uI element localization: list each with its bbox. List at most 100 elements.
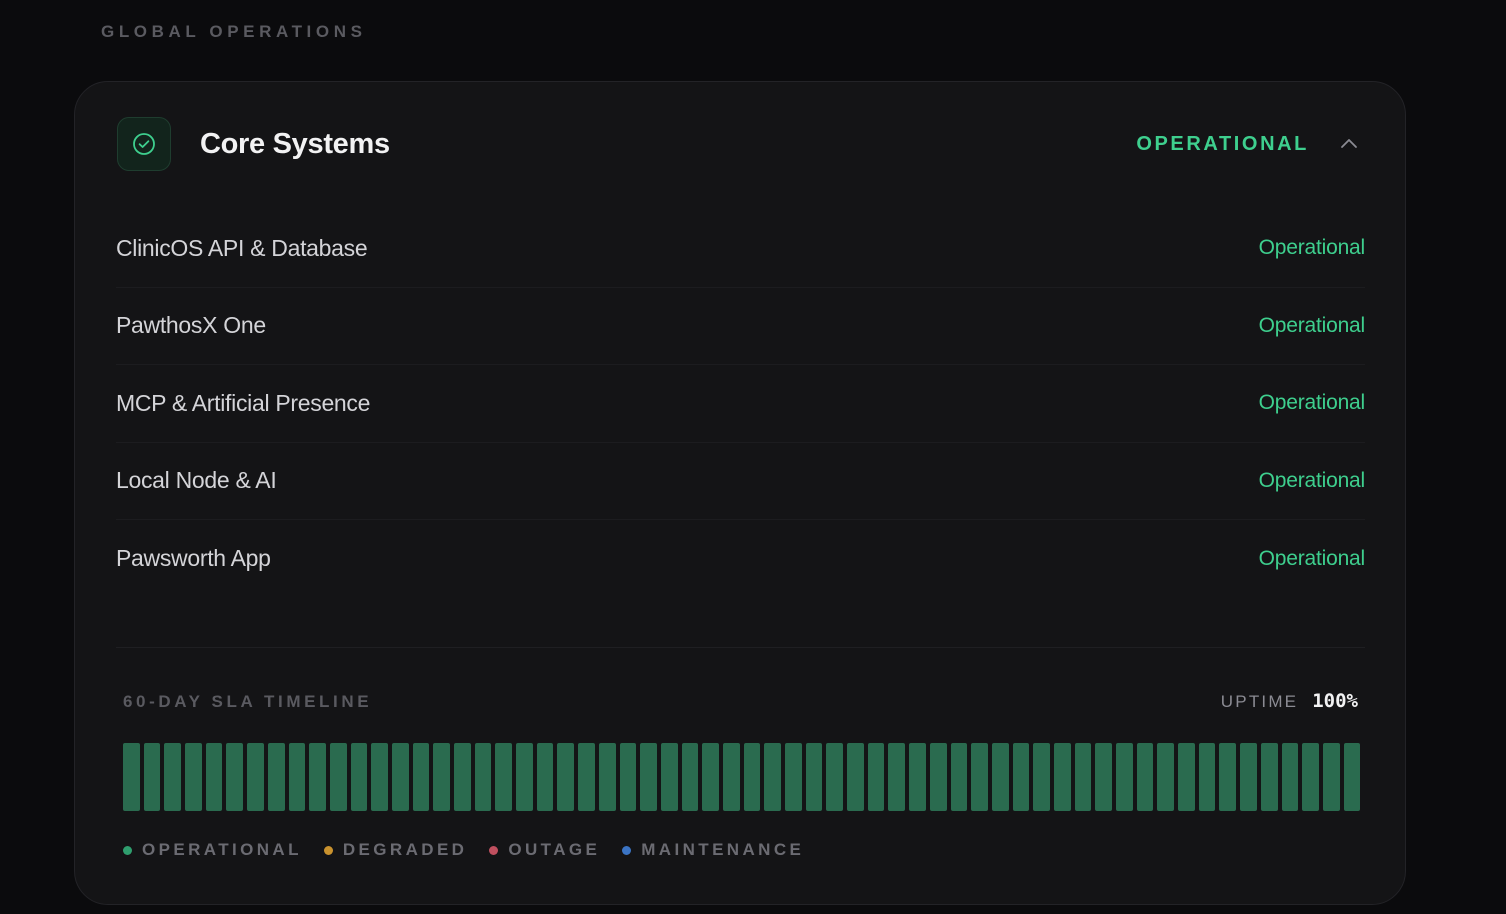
sla-day-bar[interactable] xyxy=(288,743,306,811)
sla-day-bar[interactable] xyxy=(454,743,471,811)
legend-label: OUTAGE xyxy=(508,840,601,859)
sla-day-bar[interactable] xyxy=(495,743,513,811)
sla-day-bar[interactable] xyxy=(123,743,140,811)
sla-day-bar[interactable] xyxy=(888,743,906,811)
service-name: Pawsworth App xyxy=(116,545,271,572)
sla-day-bar[interactable] xyxy=(826,743,844,811)
sla-day-bar[interactable] xyxy=(1240,743,1257,811)
service-name: ClinicOS API & Database xyxy=(116,234,368,261)
sla-day-bar[interactable] xyxy=(1281,743,1299,811)
sla-day-bar[interactable] xyxy=(516,743,533,811)
sla-day-bar[interactable] xyxy=(640,743,657,811)
service-row: Pawsworth App Operational xyxy=(116,520,1365,598)
sla-day-bar[interactable] xyxy=(1136,743,1154,811)
legend-dot xyxy=(622,845,632,855)
sla-timeline-label: 60-DAY SLA TIMELINE xyxy=(123,692,373,711)
legend-item-outage: OUTAGE xyxy=(489,840,600,860)
check-circle-icon xyxy=(117,117,171,171)
divider xyxy=(116,647,1365,648)
sla-day-bar[interactable] xyxy=(743,743,761,811)
sla-day-bar[interactable] xyxy=(350,743,368,811)
legend-label: MAINTENANCE xyxy=(641,840,805,859)
legend-dot xyxy=(489,845,499,855)
group-title: Core Systems xyxy=(200,128,390,160)
sla-day-bar[interactable] xyxy=(1343,743,1361,811)
sla-day-bar[interactable] xyxy=(226,743,244,811)
sla-day-bar[interactable] xyxy=(1157,743,1175,811)
legend-dot xyxy=(123,845,132,855)
status-legend: OPERATIONAL DEGRADED OUTAGE MAINTENANCE xyxy=(123,840,826,860)
service-list: ClinicOS API & Database Operational Pawt… xyxy=(116,210,1365,598)
sla-day-bar[interactable] xyxy=(267,743,285,811)
sla-day-bar[interactable] xyxy=(329,743,347,811)
sla-day-bar[interactable] xyxy=(247,743,264,811)
sla-day-bar[interactable] xyxy=(1116,743,1133,811)
sla-day-bar[interactable] xyxy=(1012,743,1030,811)
sla-day-bar[interactable] xyxy=(536,743,554,811)
service-status: Operational xyxy=(1258,391,1366,415)
sla-day-bar[interactable] xyxy=(971,743,988,811)
sla-day-bar[interactable] xyxy=(1302,743,1319,811)
sla-day-bar[interactable] xyxy=(578,743,595,811)
sla-timeline-bars xyxy=(123,743,1361,811)
service-status: Operational xyxy=(1258,313,1366,337)
sla-day-bar[interactable] xyxy=(143,743,161,811)
uptime-value: 100% xyxy=(1312,690,1358,712)
chevron-up-icon[interactable] xyxy=(1337,131,1361,155)
service-name: Local Node & AI xyxy=(116,467,277,494)
legend-label: DEGRADED xyxy=(342,840,468,859)
sla-day-bar[interactable] xyxy=(991,743,1009,811)
sla-day-bar[interactable] xyxy=(474,743,492,811)
service-row: ClinicOS API & Database Operational xyxy=(116,210,1365,288)
service-row: MCP & Artificial Presence Operational xyxy=(116,365,1365,443)
sla-day-bar[interactable] xyxy=(867,743,885,811)
sla-day-bar[interactable] xyxy=(805,743,823,811)
sla-day-bar[interactable] xyxy=(950,743,968,811)
sla-day-bar[interactable] xyxy=(619,743,637,811)
sla-day-bar[interactable] xyxy=(1033,743,1050,811)
sla-day-bar[interactable] xyxy=(1260,743,1278,811)
sla-day-bar[interactable] xyxy=(164,743,182,811)
service-name: PawthosX One xyxy=(116,312,266,339)
section-title: GLOBAL OPERATIONS xyxy=(101,22,367,41)
sla-day-bar[interactable] xyxy=(1053,743,1071,811)
sla-day-bar[interactable] xyxy=(557,743,575,811)
uptime-readout: UPTIME 100% xyxy=(1221,690,1358,712)
legend-dot xyxy=(323,845,333,855)
legend-item-maintenance: MAINTENANCE xyxy=(622,840,804,860)
sla-day-bar[interactable] xyxy=(785,743,802,811)
sla-day-bar[interactable] xyxy=(1219,743,1237,811)
sla-day-bar[interactable] xyxy=(1322,743,1340,811)
sla-day-bar[interactable] xyxy=(205,743,223,811)
sla-day-bar[interactable] xyxy=(660,743,678,811)
sla-day-bar[interactable] xyxy=(433,743,450,811)
sla-day-bar[interactable] xyxy=(909,743,926,811)
sla-day-bar[interactable] xyxy=(681,743,699,811)
sla-day-bar[interactable] xyxy=(598,743,616,811)
sla-day-bar[interactable] xyxy=(309,743,326,811)
service-name: MCP & Artificial Presence xyxy=(116,389,371,416)
group-status-badge: OPERATIONAL xyxy=(1136,133,1309,155)
service-status: Operational xyxy=(1258,546,1366,570)
service-row: PawthosX One Operational xyxy=(116,288,1366,365)
sla-day-bar[interactable] xyxy=(1074,743,1092,811)
sla-day-bar[interactable] xyxy=(929,743,947,811)
core-systems-card: Core Systems OPERATIONAL ClinicOS API & … xyxy=(74,81,1406,905)
sla-day-bar[interactable] xyxy=(847,743,864,811)
sla-day-bar[interactable] xyxy=(391,743,409,811)
sla-day-bar[interactable] xyxy=(371,743,388,811)
sla-day-bar[interactable] xyxy=(702,743,719,811)
legend-item-degraded: DEGRADED xyxy=(323,840,468,860)
sla-day-bar[interactable] xyxy=(1095,743,1112,811)
uptime-label: UPTIME xyxy=(1220,692,1299,711)
sla-day-bar[interactable] xyxy=(185,743,202,811)
sla-day-bar[interactable] xyxy=(722,743,740,811)
legend-item-operational: OPERATIONAL xyxy=(123,840,302,860)
service-status: Operational xyxy=(1258,468,1366,492)
service-row: Local Node & AI Operational xyxy=(116,443,1366,520)
sla-day-bar[interactable] xyxy=(412,743,430,811)
sla-day-bar[interactable] xyxy=(1198,743,1216,811)
sla-day-bar[interactable] xyxy=(1178,743,1195,811)
legend-label: OPERATIONAL xyxy=(142,840,302,859)
sla-day-bar[interactable] xyxy=(764,743,781,811)
